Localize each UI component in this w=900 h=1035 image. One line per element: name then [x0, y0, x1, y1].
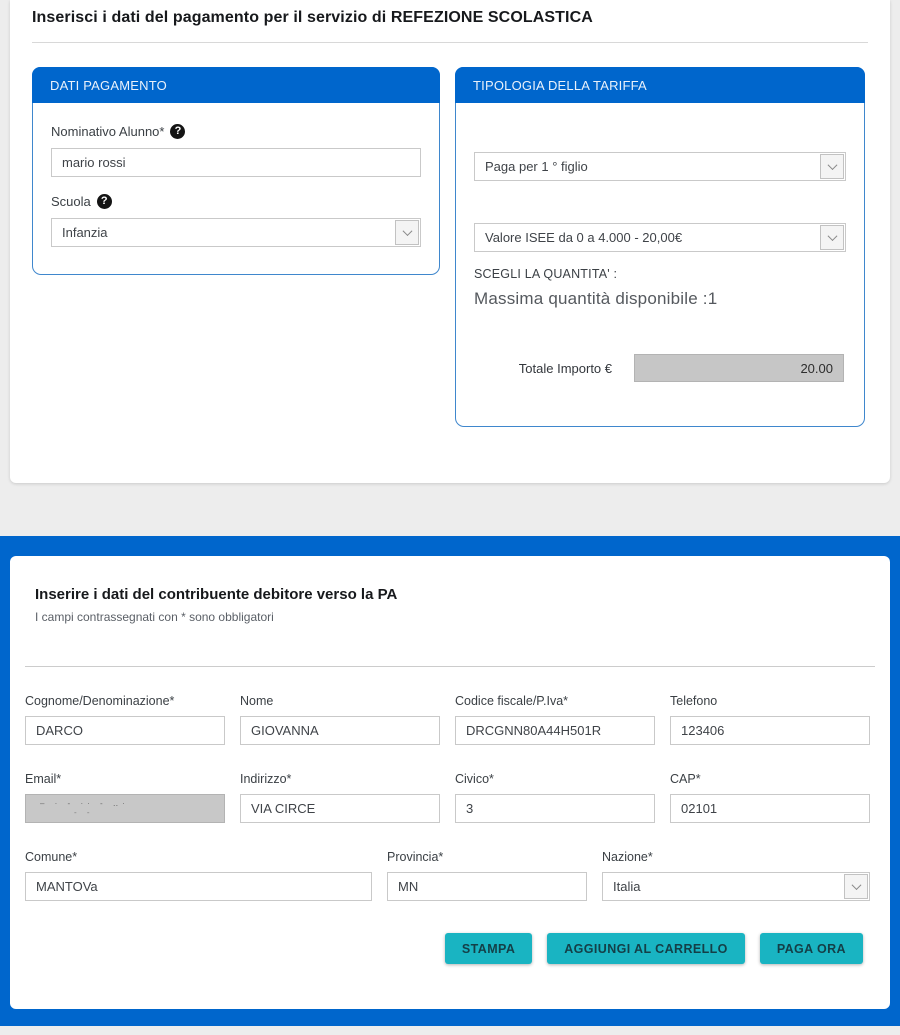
chevron-down-icon: [820, 225, 844, 250]
school-select[interactable]: Infanzia: [51, 218, 421, 247]
print-button[interactable]: STAMPA: [445, 933, 532, 964]
total-amount-label: Totale Importo €: [519, 361, 612, 376]
redaction-marks: ‐ ‑: [40, 808, 216, 817]
civic-field-group: Civico*: [455, 745, 655, 823]
school-label-row: Scuola ?: [51, 194, 421, 209]
phone-input[interactable]: [670, 716, 870, 745]
nation-field-group: Nazione* Italia: [602, 823, 870, 901]
nation-select-value: Italia: [613, 879, 640, 894]
student-name-label-row: Nominativo Alunno* ?: [51, 124, 421, 139]
school-label: Scuola: [51, 194, 91, 209]
name-label: Nome: [240, 694, 440, 708]
municipality-input[interactable]: [25, 872, 372, 901]
add-to-cart-button[interactable]: AGGIUNGI AL CARRELLO: [547, 933, 745, 964]
payment-panel-body: Nominativo Alunno* ? Scuola ? Infanzia: [33, 103, 439, 274]
province-label: Provincia*: [387, 850, 587, 864]
child-number-select-value: Paga per 1 ° figlio: [485, 159, 588, 174]
debtor-card: Inserire i dati del contribuente debitor…: [10, 556, 890, 1009]
debtor-heading: Inserire i dati del contribuente debitor…: [35, 586, 875, 603]
address-field-group: Indirizzo*: [240, 745, 440, 823]
municipality-label: Comune*: [25, 850, 372, 864]
nation-select[interactable]: Italia: [602, 872, 870, 901]
email-label: Email*: [25, 772, 225, 786]
surname-field-group: Cognome/Denominazione*: [25, 667, 225, 745]
panels-row: DATI PAGAMENTO Nominativo Alunno* ? Scuo…: [30, 67, 870, 427]
chevron-down-icon: [820, 154, 844, 179]
pay-now-button[interactable]: PAGA ORA: [760, 933, 863, 964]
tariff-type-panel: TIPOLOGIA DELLA TARIFFA Paga per 1 ° fig…: [455, 67, 865, 427]
phone-label: Telefono: [670, 694, 870, 708]
student-name-label: Nominativo Alunno*: [51, 124, 164, 139]
fiscal-code-label: Codice fiscale/P.Iva*: [455, 694, 655, 708]
address-input[interactable]: [240, 794, 440, 823]
isee-tariff-select-value: Valore ISEE da 0 a 4.000 - 20,00€: [485, 230, 682, 245]
total-amount-row: Totale Importo € 20.00: [474, 354, 846, 382]
municipality-field-group: Comune*: [25, 823, 372, 901]
civic-label: Civico*: [455, 772, 655, 786]
civic-input[interactable]: [455, 794, 655, 823]
fiscal-code-input[interactable]: [455, 716, 655, 745]
form-row-2: Email* ‒ · ‐ ·· ‑ ‥· ‐ ‑ Indirizzo* Civi…: [25, 745, 875, 823]
payment-panel-header: DATI PAGAMENTO: [32, 67, 440, 103]
chevron-down-icon: [395, 220, 419, 245]
surname-input[interactable]: [25, 716, 225, 745]
student-name-input[interactable]: [51, 148, 421, 177]
name-field-group: Nome: [240, 667, 440, 745]
debtor-section: Inserire i dati del contribuente debitor…: [0, 536, 900, 1026]
province-field-group: Provincia*: [387, 823, 587, 901]
page-title: Inserisci i dati del pagamento per il se…: [32, 9, 868, 27]
child-number-select[interactable]: Paga per 1 ° figlio: [474, 152, 846, 181]
fiscal-code-field-group: Codice fiscale/P.Iva*: [455, 667, 655, 745]
title-divider: [32, 42, 868, 43]
tariff-panel-body: Paga per 1 ° figlio Valore ISEE da 0 a 4…: [456, 103, 864, 426]
name-input[interactable]: [240, 716, 440, 745]
cap-input[interactable]: [670, 794, 870, 823]
email-field-redacted[interactable]: ‒ · ‐ ·· ‑ ‥· ‐ ‑: [25, 794, 225, 823]
total-amount-field: 20.00: [634, 354, 844, 382]
province-input[interactable]: [387, 872, 587, 901]
form-row-1: Cognome/Denominazione* Nome Codice fisca…: [25, 667, 875, 745]
phone-field-group: Telefono: [670, 667, 870, 745]
payment-data-panel: DATI PAGAMENTO Nominativo Alunno* ? Scuo…: [32, 67, 440, 275]
school-select-value: Infanzia: [62, 225, 108, 240]
required-fields-note: I campi contrassegnati con * sono obblig…: [35, 610, 875, 624]
redaction-marks: ‒ · ‐ ·· ‑ ‥·: [40, 799, 216, 808]
chevron-down-icon: [844, 874, 868, 899]
choose-quantity-label: SCEGLI LA QUANTITA' :: [474, 267, 846, 281]
cap-label: CAP*: [670, 772, 870, 786]
form-row-3: Comune* Provincia* Nazione* Italia: [25, 823, 875, 901]
tariff-panel-header: TIPOLOGIA DELLA TARIFFA: [455, 67, 865, 103]
help-icon[interactable]: ?: [170, 124, 185, 139]
actions-row: STAMPA AGGIUNGI AL CARRELLO PAGA ORA: [25, 933, 875, 964]
payment-entry-card: Inserisci i dati del pagamento per il se…: [10, 0, 890, 483]
help-icon[interactable]: ?: [97, 194, 112, 209]
cap-field-group: CAP*: [670, 745, 870, 823]
surname-label: Cognome/Denominazione*: [25, 694, 225, 708]
nation-label: Nazione*: [602, 850, 870, 864]
email-field-group: Email* ‒ · ‐ ·· ‑ ‥· ‐ ‑: [25, 745, 225, 823]
isee-tariff-select[interactable]: Valore ISEE da 0 a 4.000 - 20,00€: [474, 223, 846, 252]
max-quantity-text: Massima quantità disponibile :1: [474, 289, 846, 309]
address-label: Indirizzo*: [240, 772, 440, 786]
